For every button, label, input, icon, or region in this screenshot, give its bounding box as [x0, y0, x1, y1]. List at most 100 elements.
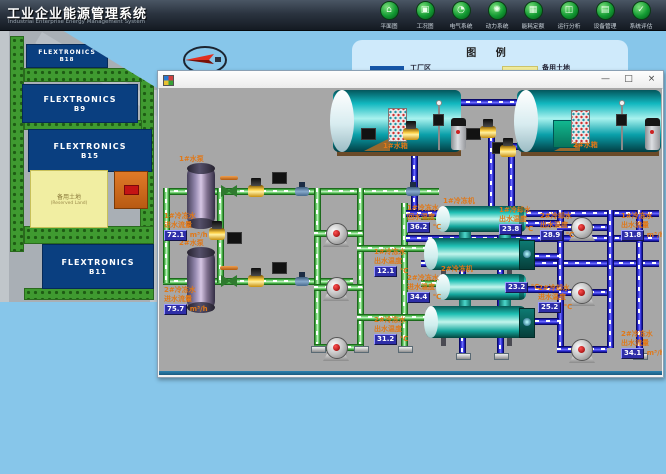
motor-valve[interactable] [480, 126, 496, 138]
building-b18[interactable]: FLEXTRONICS B18 [26, 44, 108, 68]
reading-chilled2-outlet-temp: 2#冷冻水出水温度 31.2 ℃ [374, 316, 408, 345]
reading-chilled1-supply-temp: 1#冷冻水出水温度 12.1 ℃ [374, 248, 408, 277]
gauge-bulb [436, 100, 442, 106]
pipe-segment [508, 153, 515, 213]
desktop: { "header": { "title": "工业企业能源管理系统", "su… [0, 0, 666, 474]
nav-power-system[interactable]: ✺ 动力系统 [479, 1, 515, 30]
manual-valve[interactable] [406, 187, 420, 196]
gate-valve[interactable] [221, 275, 237, 287]
value-box: 72.1 [164, 230, 187, 241]
building-b15[interactable]: FLEXTRONICS B15 [28, 129, 152, 172]
green-strip [24, 226, 154, 244]
reading-cooling1-outlet-temp: 1#冷却水出水温度 23.8 ℃ [499, 206, 533, 235]
building-badge [124, 185, 139, 195]
cooling-pump-3[interactable] [571, 339, 593, 361]
app-header: 工业企业能源管理系统 Industrial Enterprise Energy … [0, 0, 666, 31]
pipe-flange [456, 353, 471, 360]
valve-positioner [361, 128, 376, 140]
nav-plan-view[interactable]: ⌂ 平面图 [371, 1, 407, 30]
chiller-leg [507, 338, 512, 346]
pipe-segment [357, 188, 364, 348]
pipe-flange [311, 346, 326, 353]
tank2-control-panel[interactable] [571, 110, 590, 144]
motor-valve[interactable] [248, 185, 264, 197]
site-map: FLEXTRONICS B18 FLEXTRONICS B9 FLEXTRONI… [0, 30, 170, 302]
nav-electrical-system[interactable]: ◔ 电气系统 [443, 1, 479, 30]
valve-positioner [272, 262, 287, 274]
chiller-2-lower-barrel[interactable] [426, 306, 526, 338]
chiller-end-plate [519, 240, 535, 270]
level-gauge [621, 104, 623, 150]
gauge-bulb [619, 100, 625, 106]
motor-valve[interactable] [500, 145, 516, 157]
chilled-pump-2[interactable] [326, 277, 348, 299]
valve-positioner [272, 172, 287, 184]
reading-chilled2-inflow: 2#冷冻水进水流量 75.7 m³/h [164, 286, 208, 315]
green-strip [24, 68, 142, 82]
chilled-pump-3[interactable] [326, 337, 348, 359]
tank1-label: 1#水箱 [383, 141, 408, 151]
operation-analysis-icon: ◫ [560, 1, 579, 20]
window-icon [163, 75, 174, 86]
minimize-button[interactable]: — [600, 72, 611, 87]
electrical-system-icon: ◔ [452, 1, 471, 20]
dosing-unit [645, 118, 660, 150]
value-box: 12.1 [374, 266, 397, 277]
system-evaluation-icon: ✓ [632, 1, 651, 20]
tank2-sensor [616, 114, 627, 126]
reading-cooling2-outlet-temp: 2#冷却水出水温度 28.9 ℃ [540, 212, 574, 241]
energy-quota-icon: ▦ [524, 1, 543, 20]
valve-positioner [227, 232, 242, 244]
tank2-label: 2#水箱 [573, 140, 598, 150]
green-strip [10, 36, 24, 252]
reading-cooling-temp: 23.2 ℃ [505, 282, 539, 293]
gate-valve[interactable] [221, 185, 237, 197]
value-box: 28.9 [540, 230, 563, 241]
chiller-leg [441, 338, 446, 346]
close-button[interactable]: × [646, 72, 657, 87]
motor-valve[interactable] [209, 228, 225, 240]
value-box: 36.2 [407, 222, 430, 233]
chilled-pump-1[interactable] [326, 223, 348, 245]
tank1-sensor [433, 114, 444, 126]
building-b9[interactable]: FLEXTRONICS B9 [22, 84, 138, 123]
gate-valve-handle [220, 176, 238, 180]
value-box: 34.1 [621, 348, 644, 359]
manual-valve[interactable] [295, 187, 309, 196]
nav-system-evaluation[interactable]: ✓ 系统评估 [623, 1, 659, 30]
scada-window: — □ × [157, 70, 664, 378]
value-box: 23.2 [505, 282, 528, 293]
maximize-button[interactable]: □ [623, 72, 634, 87]
chiller1-label: 1#冷冻机 [443, 196, 475, 206]
chiller2-label: 2#冷冻机 [441, 264, 473, 274]
value-box: 31.2 [374, 334, 397, 345]
level-gauge [438, 104, 440, 150]
app-subtitle: Industrial Enterprise Energy Management … [8, 19, 145, 25]
utility-building[interactable] [114, 171, 148, 209]
valve-positioner [466, 128, 481, 140]
building-b11[interactable]: FLEXTRONICS B11 [42, 244, 154, 289]
window-titlebar[interactable]: — □ × [158, 71, 663, 89]
cooling-pump-1[interactable] [571, 217, 593, 239]
nav-equipment-management[interactable]: ▤ 设备管理 [587, 1, 623, 30]
reserved-land-plot[interactable]: 备用土地 (Reserved Land) [30, 170, 108, 228]
main-toolbar: ⌂ 平面图 ▣ 工况图 ◔ 电气系统 ✺ 动力系统 ▦ 能耗定额 ◫ 运行分析 … [371, 1, 659, 30]
green-strip [24, 288, 154, 300]
reading-chilled1-outflow: 1#冷冻水出水流量 31.8 m³/h [621, 212, 662, 241]
chiller-end-plate [519, 308, 535, 338]
motor-valve[interactable] [403, 128, 419, 140]
nav-energy-quota[interactable]: ▦ 能耗定额 [515, 1, 551, 30]
reading-chilled2-inlet-temp: 2#冷冻水进水温度 34.4 ℃ [407, 274, 441, 303]
cooling-pump-2[interactable] [571, 282, 593, 304]
nav-process-view[interactable]: ▣ 工况图 [407, 1, 443, 30]
plan-view-icon: ⌂ [380, 1, 399, 20]
nav-operation-analysis[interactable]: ◫ 运行分析 [551, 1, 587, 30]
pipe-flange [398, 346, 413, 353]
pipe-segment [607, 210, 614, 348]
motor-valve[interactable] [248, 275, 264, 287]
scada-canvas: 1#水箱 2#水箱 1#水泵 2#水泵 [159, 88, 662, 375]
reading-cooling2-inlet-temp: 2#冷却水进水温度 25.2 ℃ [538, 284, 572, 313]
value-box: 75.7 [164, 304, 187, 315]
pipe-segment [314, 188, 321, 348]
manual-valve[interactable] [295, 277, 309, 286]
